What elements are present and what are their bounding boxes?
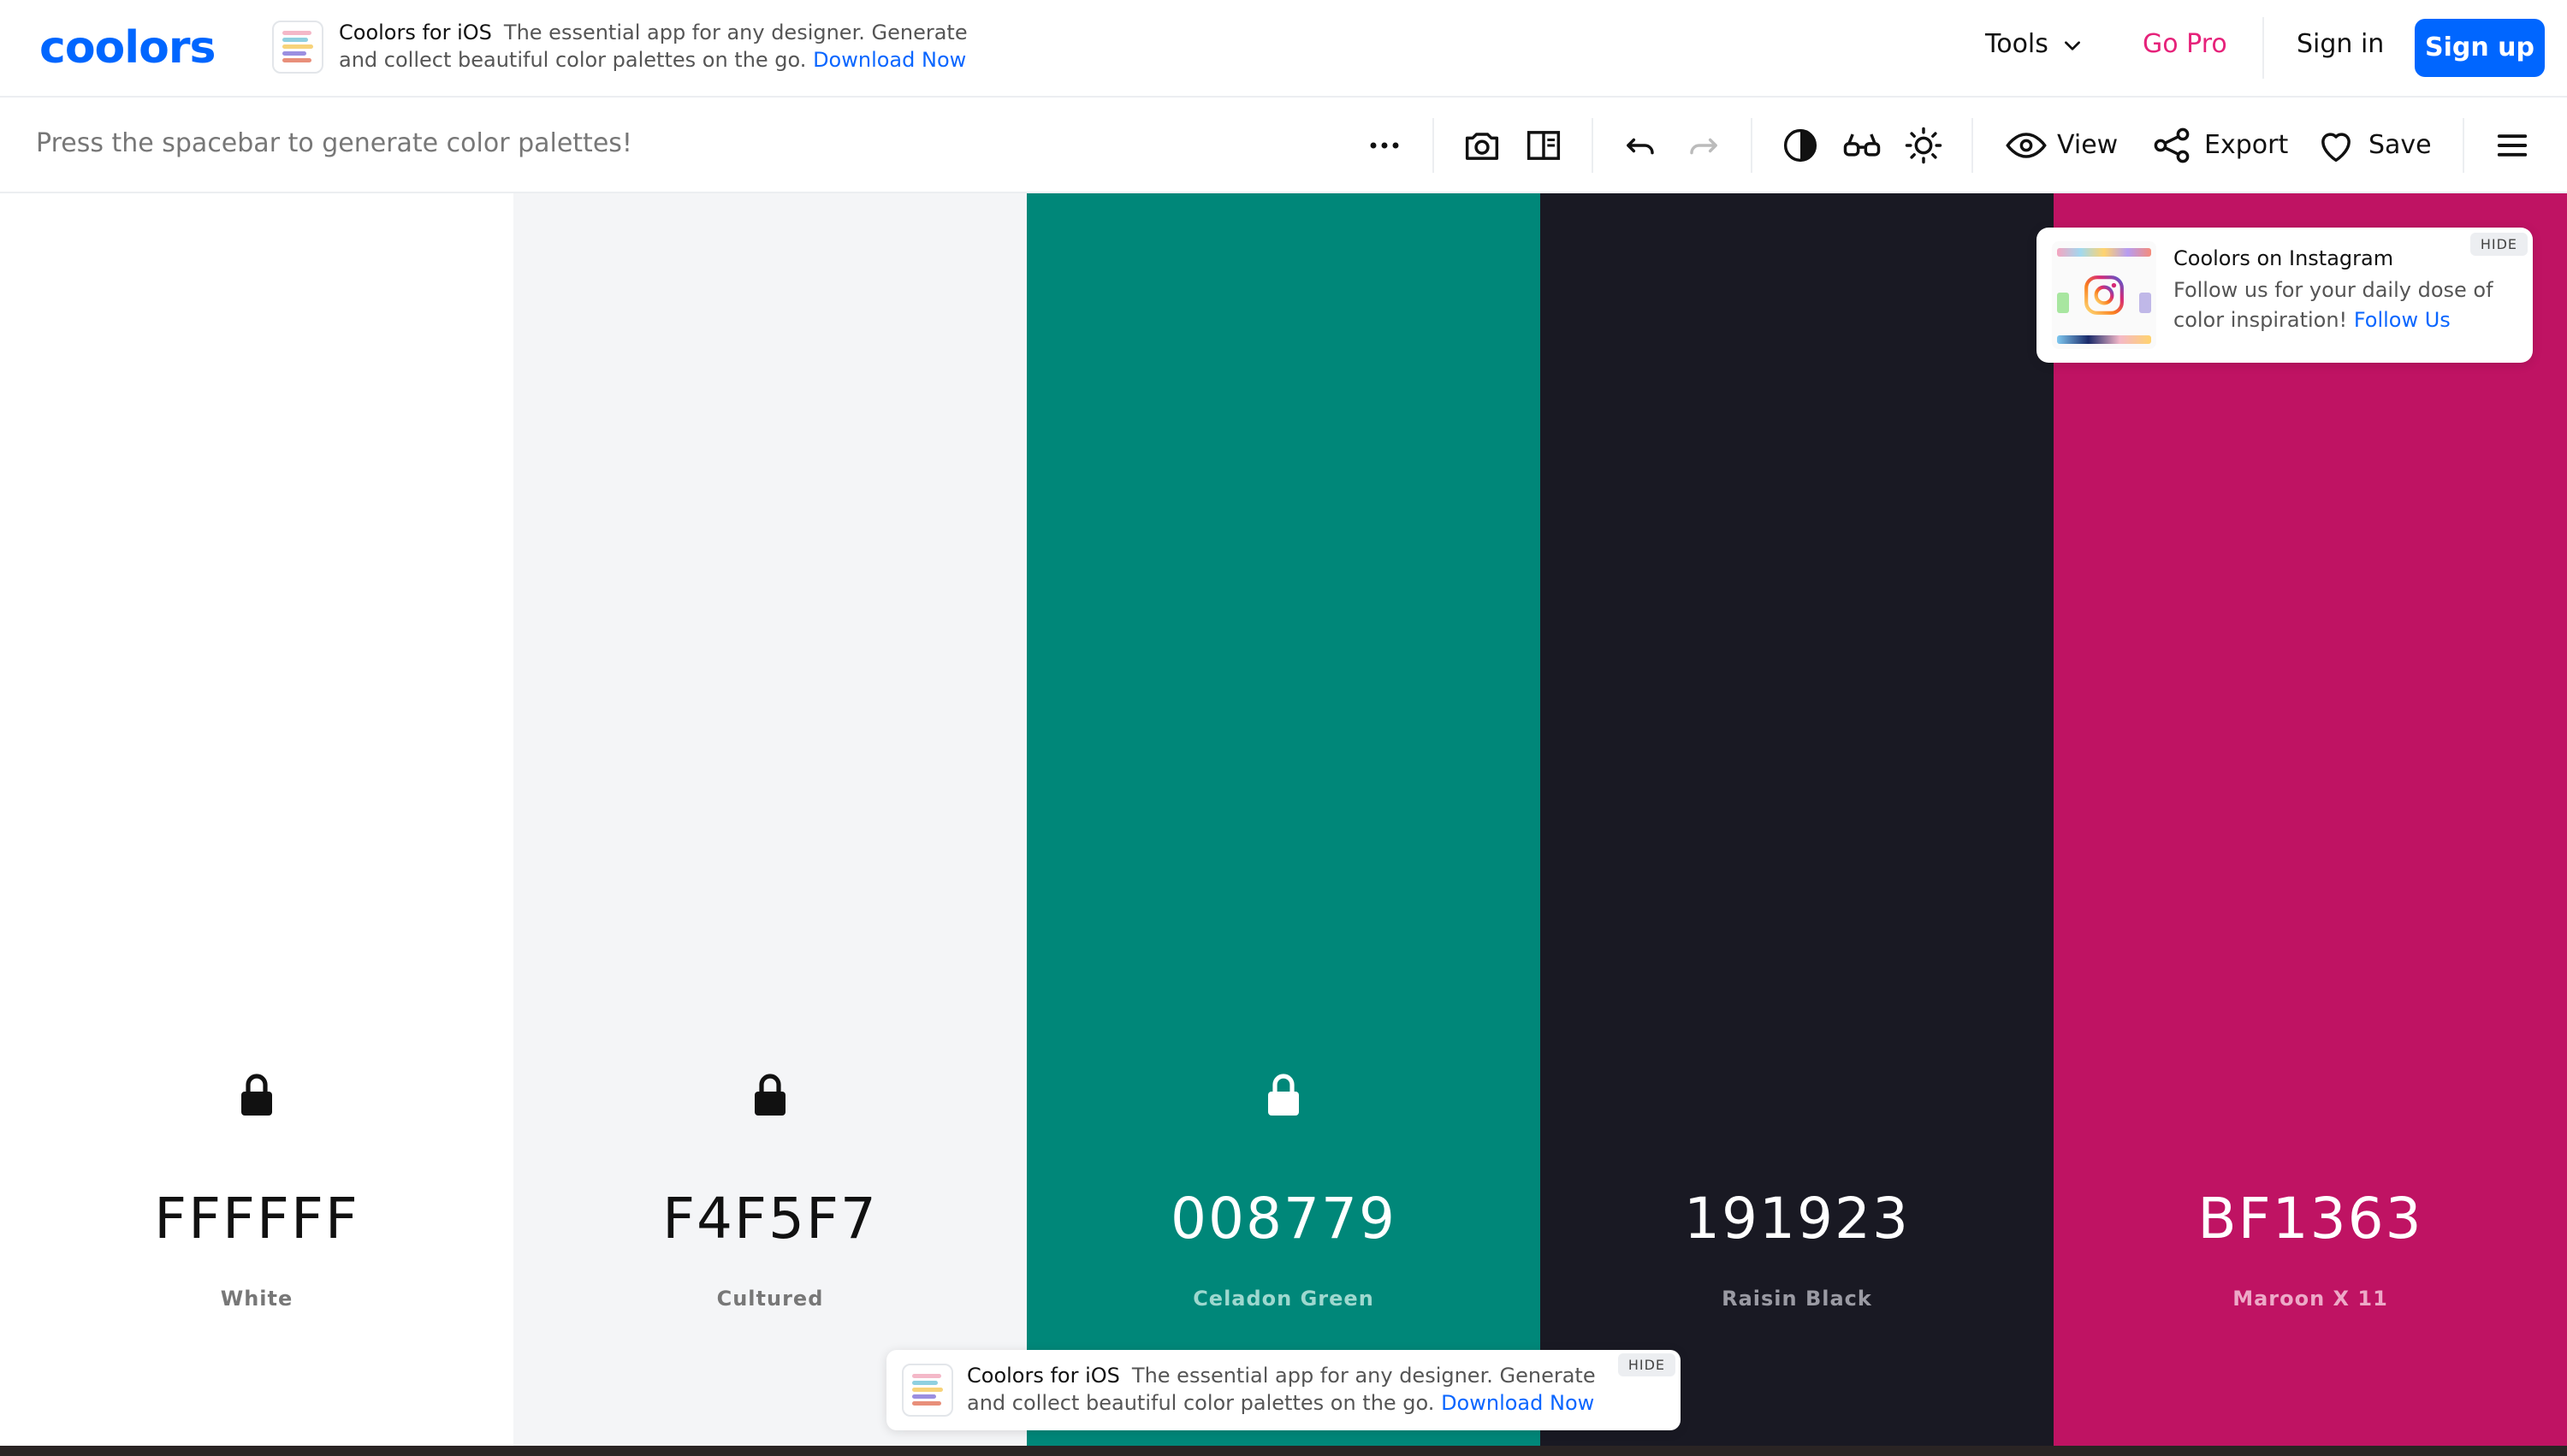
sign-in-link[interactable]: Sign in	[2297, 29, 2384, 59]
instagram-promo-card: Coolors on Instagram Follow us for your …	[2036, 228, 2533, 363]
hide-promo-button[interactable]: HIDE	[1617, 1353, 1675, 1376]
download-now-link[interactable]: Download Now	[1441, 1391, 1594, 1415]
color-name[interactable]: Maroon X 11	[2054, 1287, 2567, 1311]
color-name[interactable]: Cultured	[513, 1287, 1027, 1311]
ios-app-promo: Coolors for iOS The essential app for any…	[272, 19, 968, 77]
toolbar-divider	[1751, 118, 1752, 173]
promo-title: Coolors for iOS	[339, 21, 492, 44]
toolbar-divider	[2463, 118, 2464, 173]
nav-divider	[2262, 17, 2264, 79]
ios-app-icon	[272, 21, 323, 74]
instagram-title: Coolors on Instagram	[2173, 246, 2394, 270]
color-hex[interactable]: F4F5F7	[513, 1186, 1027, 1252]
share-icon[interactable]	[2149, 123, 2194, 168]
color-name[interactable]: Raisin Black	[1540, 1287, 2054, 1311]
redo-icon[interactable]	[1681, 123, 1725, 168]
more-icon[interactable]	[1362, 123, 1407, 168]
color-hex[interactable]: BF1363	[2054, 1186, 2567, 1252]
color-hex[interactable]: 008779	[1027, 1186, 1540, 1252]
glasses-icon[interactable]	[1840, 123, 1884, 168]
tools-menu[interactable]: Tools	[1985, 29, 2084, 59]
palette-color-4[interactable]: 191923 Raisin Black	[1540, 193, 2054, 1456]
heart-icon[interactable]	[2314, 123, 2358, 168]
ios-app-promo-bottom: Coolors for iOS The essential app for any…	[886, 1350, 1681, 1430]
lock-icon[interactable]	[1265, 1073, 1302, 1119]
lock-icon[interactable]	[751, 1073, 789, 1119]
export-button[interactable]: Export	[2204, 130, 2288, 160]
palette: FFFFFF White F4F5F7 Cultured 008779 Cela…	[0, 193, 2567, 1456]
promo-title: Coolors for iOS	[967, 1364, 1120, 1388]
color-name[interactable]: White	[0, 1287, 513, 1311]
top-navbar: coolors Coolors for iOS The essential app…	[0, 0, 2567, 98]
toolbar-divider	[1432, 118, 1434, 173]
hide-instagram-button[interactable]: HIDE	[2469, 233, 2528, 256]
coolors-logo[interactable]: coolors	[39, 22, 216, 74]
generator-toolbar: Press the spacebar to generate color pal…	[0, 98, 2567, 193]
lock-icon[interactable]	[238, 1073, 276, 1119]
palette-color-1[interactable]: FFFFFF White	[0, 193, 513, 1456]
menu-icon[interactable]	[2490, 123, 2534, 168]
view-button[interactable]: View	[2057, 130, 2118, 160]
tools-label: Tools	[1985, 29, 2048, 59]
chevron-down-icon	[2065, 40, 2081, 50]
brightness-icon[interactable]	[1901, 123, 1946, 168]
palette-color-3[interactable]: 008779 Celadon Green	[1027, 193, 1540, 1456]
follow-us-link[interactable]: Follow Us	[2354, 308, 2451, 332]
toolbar-divider	[1971, 118, 1973, 173]
ios-app-icon	[902, 1364, 953, 1417]
palette-color-2[interactable]: F4F5F7 Cultured	[513, 193, 1027, 1456]
camera-icon[interactable]	[1460, 123, 1504, 168]
color-hex[interactable]: FFFFFF	[0, 1186, 513, 1252]
eye-icon[interactable]	[2004, 123, 2048, 168]
color-hex[interactable]: 191923	[1540, 1186, 2054, 1252]
color-name[interactable]: Celadon Green	[1027, 1287, 1540, 1311]
contrast-icon[interactable]	[1778, 123, 1823, 168]
go-pro-link[interactable]: Go Pro	[2143, 29, 2227, 59]
toolbar-divider	[1592, 118, 1593, 173]
spacebar-hint: Press the spacebar to generate color pal…	[36, 128, 632, 158]
bottom-strip	[0, 1446, 2567, 1456]
sign-up-button[interactable]: Sign up	[2415, 19, 2545, 77]
undo-icon[interactable]	[1619, 123, 1663, 168]
palette-color-5[interactable]: BF1363 Maroon X 11	[2054, 193, 2567, 1456]
save-button[interactable]: Save	[2368, 130, 2432, 160]
instagram-thumbnail	[2052, 241, 2156, 349]
instagram-icon	[2084, 275, 2124, 315]
sidebar-icon[interactable]	[1521, 123, 1566, 168]
download-now-link[interactable]: Download Now	[813, 48, 966, 72]
